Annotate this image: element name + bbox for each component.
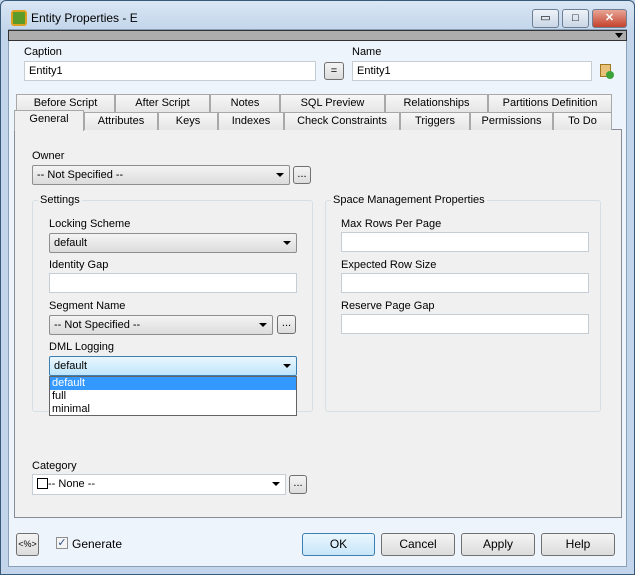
chevron-down-icon bbox=[276, 173, 284, 177]
apply-button[interactable]: Apply bbox=[461, 533, 535, 556]
reserve-gap-label: Reserve Page Gap bbox=[341, 300, 435, 312]
cancel-button[interactable]: Cancel bbox=[381, 533, 455, 556]
caption-label: Caption bbox=[24, 46, 62, 58]
dml-option-minimal[interactable]: minimal bbox=[50, 403, 296, 416]
identity-gap-label: Identity Gap bbox=[49, 259, 109, 271]
tab-general[interactable]: General bbox=[14, 110, 84, 131]
reserve-gap-input[interactable] bbox=[341, 314, 589, 334]
owner-value: -- Not Specified -- bbox=[37, 169, 124, 181]
category-select[interactable]: -- None -- bbox=[32, 474, 286, 495]
tab-triggers[interactable]: Triggers bbox=[400, 112, 470, 130]
tab-relationships[interactable]: Relationships bbox=[385, 94, 488, 112]
locking-scheme-select[interactable]: default bbox=[49, 233, 297, 253]
generate-label: Generate bbox=[72, 537, 123, 551]
dml-logging-value: default bbox=[54, 360, 88, 372]
locking-scheme-label: Locking Scheme bbox=[49, 218, 131, 230]
owner-label: Owner bbox=[32, 150, 65, 162]
chevron-down-icon bbox=[259, 323, 267, 327]
row-size-label: Expected Row Size bbox=[341, 259, 437, 271]
dml-logging-select[interactable]: default bbox=[49, 356, 297, 376]
tab-attributes[interactable]: Attributes bbox=[84, 112, 158, 130]
validate-icon[interactable] bbox=[600, 64, 614, 79]
segment-name-value: -- Not Specified -- bbox=[54, 319, 141, 331]
owner-browse-button[interactable]: ... bbox=[293, 166, 311, 184]
settings-title: Settings bbox=[38, 194, 82, 206]
minimize-button[interactable]: ▭ bbox=[532, 9, 559, 28]
macro-button[interactable]: <%> bbox=[16, 533, 39, 556]
segment-browse-button[interactable]: ... bbox=[277, 315, 296, 334]
owner-select[interactable]: -- Not Specified -- bbox=[32, 165, 290, 185]
ok-button[interactable]: OK bbox=[302, 533, 375, 556]
dml-option-default[interactable]: default bbox=[50, 377, 296, 390]
close-icon: ✕ bbox=[604, 12, 615, 24]
maximize-button[interactable]: □ bbox=[562, 9, 589, 28]
caption-input[interactable]: Entity1 bbox=[24, 61, 316, 81]
segment-name-label: Segment Name bbox=[49, 300, 126, 312]
name-label: Name bbox=[352, 46, 382, 58]
tab-sql-preview[interactable]: SQL Preview bbox=[280, 94, 385, 112]
dml-logging-dropdown: default full minimal bbox=[49, 376, 297, 416]
identity-gap-input[interactable] bbox=[49, 273, 297, 293]
sync-name-button[interactable]: = bbox=[324, 62, 344, 80]
tab-partitions-definition[interactable]: Partitions Definition bbox=[488, 94, 612, 112]
tab-notes[interactable]: Notes bbox=[210, 94, 280, 112]
tab-check-constraints[interactable]: Check Constraints bbox=[284, 112, 400, 130]
tab-keys[interactable]: Keys bbox=[158, 112, 218, 130]
app-icon bbox=[11, 10, 27, 26]
maximize-icon: □ bbox=[572, 12, 579, 24]
dml-logging-label: DML Logging bbox=[49, 341, 115, 353]
toolbar-strip bbox=[8, 30, 627, 41]
toolbar-dropdown-icon[interactable] bbox=[615, 33, 623, 38]
dml-option-full[interactable]: full bbox=[50, 390, 296, 403]
tab-to-do[interactable]: To Do bbox=[553, 112, 612, 130]
segment-name-select[interactable]: -- Not Specified -- bbox=[49, 315, 273, 335]
minimize-icon: ▭ bbox=[540, 12, 551, 24]
locking-scheme-value: default bbox=[54, 237, 88, 249]
tab-permissions[interactable]: Permissions bbox=[470, 112, 553, 130]
chevron-down-icon bbox=[272, 482, 280, 486]
category-browse-button[interactable]: ... bbox=[289, 475, 307, 494]
space-management-title: Space Management Properties bbox=[331, 194, 487, 206]
help-button[interactable]: Help bbox=[541, 533, 615, 556]
max-rows-input[interactable] bbox=[341, 232, 589, 252]
chevron-down-icon bbox=[283, 364, 291, 368]
tab-indexes[interactable]: Indexes bbox=[218, 112, 284, 130]
close-button[interactable]: ✕ bbox=[592, 9, 627, 28]
generate-checkbox[interactable]: ✓ bbox=[56, 537, 68, 549]
category-color-swatch bbox=[37, 478, 48, 489]
window-title: Entity Properties - E bbox=[31, 11, 138, 25]
tab-after-script[interactable]: After Script bbox=[115, 94, 210, 112]
name-input[interactable]: Entity1 bbox=[352, 61, 592, 81]
category-value: -- None -- bbox=[48, 478, 96, 490]
row-size-input[interactable] bbox=[341, 273, 589, 293]
max-rows-label: Max Rows Per Page bbox=[341, 218, 442, 230]
category-label: Category bbox=[32, 460, 77, 472]
chevron-down-icon bbox=[283, 241, 291, 245]
